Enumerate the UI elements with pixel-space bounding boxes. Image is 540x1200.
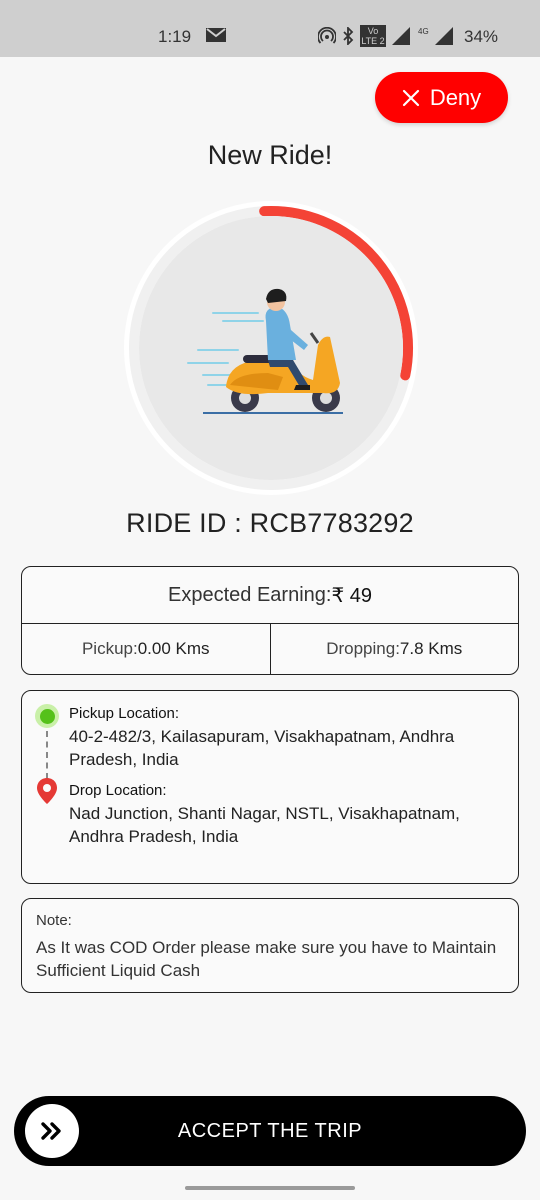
- locations-card: Pickup Location: 40-2-482/3, Kailasapura…: [21, 690, 519, 884]
- expected-earning-label: Expected Earning:: [168, 583, 332, 606]
- location-pin-icon: [37, 778, 57, 804]
- close-icon: [402, 89, 419, 106]
- hotspot-icon: [318, 27, 336, 44]
- bluetooth-icon: [343, 27, 354, 45]
- expected-earning-value: ₹ 49: [331, 584, 372, 607]
- route-connector: [46, 731, 48, 779]
- signal-icon: [392, 27, 410, 45]
- dropping-distance: Dropping: 7.8 Kms: [269, 624, 519, 674]
- deny-button[interactable]: Deny: [375, 72, 508, 123]
- mail-icon: [206, 28, 226, 42]
- ride-id: RIDE ID : RCB7783292: [126, 508, 414, 538]
- note-card: Note: As It was COD Order please make su…: [21, 898, 519, 993]
- status-bar: 1:19 Vo LTE 2 4G 34%: [0, 0, 540, 57]
- pickup-address: 40-2-482/3, Kailasapuram, Visakhapatnam,…: [69, 727, 455, 769]
- page-title: New Ride!: [207, 140, 333, 170]
- home-indicator: [185, 1186, 355, 1190]
- deny-label: Deny: [429, 84, 482, 110]
- note-text: As It was COD Order please make sure you…: [36, 938, 497, 980]
- expected-earning-row: Expected Earning: ₹ 49: [22, 567, 518, 624]
- dropping-distance-label: Dropping:: [326, 639, 400, 658]
- battery-level: 34%: [464, 27, 499, 46]
- distance-row: Pickup: 0.00 Kms Dropping: 7.8 Kms: [22, 624, 518, 674]
- drop-address: Nad Junction, Shanti Nagar, NSTL, Visakh…: [69, 804, 460, 846]
- status-time: 1:19: [158, 27, 192, 46]
- pickup-distance-label: Pickup:: [81, 639, 138, 658]
- volte-badge: Vo LTE 2: [360, 25, 386, 47]
- pickup-distance: Pickup: 0.00 Kms: [22, 624, 270, 674]
- countdown-timer: [124, 201, 418, 495]
- pickup-location-label: Pickup Location:: [69, 705, 180, 722]
- drop-location-label: Drop Location:: [69, 782, 167, 799]
- pickup-dot-icon: [35, 704, 59, 728]
- status-icons: Vo LTE 2 4G: [318, 25, 455, 47]
- signal-icon-2: [434, 27, 453, 45]
- pickup-distance-value: 0.00 Kms: [137, 639, 210, 658]
- accept-trip-slider[interactable]: ACCEPT THE TRIP: [14, 1096, 526, 1166]
- earnings-card: Expected Earning: ₹ 49 Pickup: 0.00 Kms …: [21, 566, 519, 675]
- dropping-distance-value: 7.8 Kms: [399, 639, 463, 658]
- network-type: 4G: [418, 26, 429, 36]
- note-label: Note:: [36, 912, 72, 929]
- accept-trip-label: ACCEPT THE TRIP: [177, 1120, 363, 1142]
